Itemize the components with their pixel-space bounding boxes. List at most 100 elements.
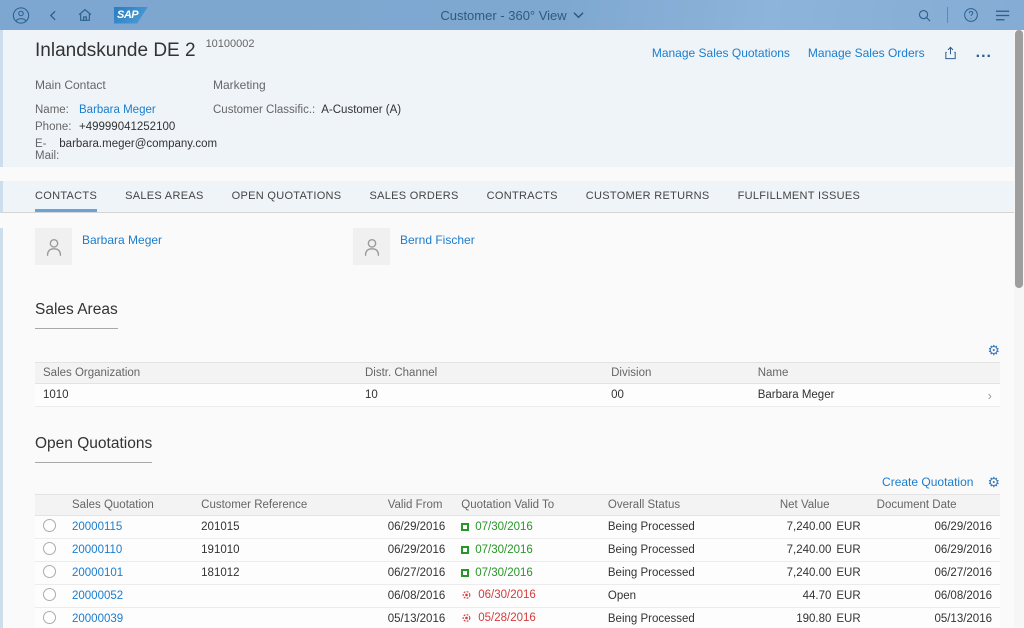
- settings-gear-icon[interactable]: ⚙: [987, 475, 1000, 489]
- valid-square-icon: [461, 523, 469, 531]
- currency-cell: EUR: [836, 590, 860, 602]
- tab-customer-returns[interactable]: CUSTOMER RETURNS: [586, 181, 710, 212]
- quotation-valid-to-cell: 07/30/2016: [475, 567, 533, 579]
- row-radio-button[interactable]: [43, 611, 56, 624]
- help-icon[interactable]: [962, 6, 980, 24]
- currency-cell: EUR: [836, 613, 860, 625]
- row-radio-button[interactable]: [43, 542, 56, 555]
- app-title-menu[interactable]: Customer - 360° View: [440, 8, 583, 23]
- customer-reference-cell: [193, 585, 380, 608]
- shell-title-area: Customer - 360° View: [0, 8, 1024, 23]
- back-icon[interactable]: [44, 6, 62, 24]
- open-quotations-title: Open Quotations: [35, 435, 1000, 463]
- col-sales-organization: Sales Organization: [35, 363, 357, 384]
- quotation-valid-to-cell: 07/30/2016: [475, 521, 533, 533]
- row-radio-button[interactable]: [43, 519, 56, 532]
- search-icon[interactable]: [915, 6, 933, 24]
- customer-reference-cell: 191010: [193, 539, 380, 562]
- customer-reference-cell: 181012: [193, 562, 380, 585]
- customer-reference-cell: 201015: [193, 516, 380, 539]
- settings-gear-icon[interactable]: ⚙: [987, 343, 1000, 357]
- create-quotation-button[interactable]: Create Quotation: [882, 475, 973, 489]
- document-date-cell: 06/08/2016: [869, 585, 1000, 608]
- overall-status-cell: Open: [590, 585, 772, 608]
- valid-from-cell: 06/29/2016: [380, 539, 454, 562]
- vertical-scrollbar[interactable]: [1014, 30, 1024, 628]
- main-contact-label: Main Contact: [35, 78, 213, 92]
- overflow-icon[interactable]: ...: [976, 44, 992, 62]
- net-value-cell: 190.80: [796, 613, 831, 625]
- overdue-alarm-icon: [461, 612, 472, 623]
- col-valid-from: Valid From: [380, 495, 454, 516]
- page-title: Inlandskunde DE 2: [35, 40, 196, 62]
- col-division: Division: [603, 363, 750, 384]
- contact-link[interactable]: Bernd Fischer: [400, 233, 475, 265]
- avatar-icon: [35, 228, 72, 265]
- tab-sales-orders[interactable]: SALES ORDERS: [369, 181, 458, 212]
- email-label: E-Mail:: [35, 138, 59, 162]
- contact-card[interactable]: Bernd Fischer: [353, 228, 593, 265]
- menu-icon[interactable]: [994, 6, 1012, 24]
- customer-id: 10100002: [206, 38, 255, 50]
- col-document-date: Document Date: [869, 495, 1000, 516]
- tab-sales-areas[interactable]: SALES AREAS: [125, 181, 204, 212]
- col-net-value: Net Value: [772, 495, 869, 516]
- net-value-cell: 7,240.00: [787, 544, 832, 556]
- chevron-down-icon: [573, 11, 584, 19]
- row-radio-button[interactable]: [43, 565, 56, 578]
- home-icon[interactable]: [76, 6, 94, 24]
- sales-quotation-link[interactable]: 20000115: [72, 521, 122, 533]
- table-row[interactable]: 20000110 191010 06/29/2016 07/30/2016 Be…: [35, 539, 1000, 562]
- overall-status-cell: Being Processed: [590, 608, 772, 628]
- distr-channel-cell: 10: [357, 384, 603, 407]
- tab-open-quotations[interactable]: OPEN QUOTATIONS: [232, 181, 342, 212]
- sales-quotation-link[interactable]: 20000101: [72, 567, 123, 579]
- sales-organization-cell: 1010: [35, 384, 357, 407]
- shell-topbar: SAP Customer - 360° View: [0, 0, 1024, 30]
- table-row[interactable]: 20000052 06/08/2016 06/30/2016 Open 44.7…: [35, 585, 1000, 608]
- email-value: barbara.meger@company.com: [59, 138, 217, 162]
- customer-reference-cell: [193, 608, 380, 628]
- valid-from-cell: 05/13/2016: [380, 608, 454, 628]
- sales-areas-table: Sales Organization Distr. Channel Divisi…: [35, 362, 1000, 407]
- contact-name-link[interactable]: Barbara Meger: [79, 104, 156, 116]
- name-cell: Barbara Meger: [750, 384, 975, 407]
- table-row[interactable]: 20000039 05/13/2016 05/28/2016 Being Pro…: [35, 608, 1000, 628]
- table-header-row: Sales Organization Distr. Channel Divisi…: [35, 363, 1000, 384]
- marketing-label: Marketing: [213, 78, 401, 92]
- sales-quotation-link[interactable]: 20000039: [72, 613, 123, 625]
- sap-logo[interactable]: SAP: [114, 7, 148, 24]
- overall-status-cell: Being Processed: [590, 562, 772, 585]
- open-quotations-table: Sales Quotation Customer Reference Valid…: [35, 494, 1000, 628]
- contact-card[interactable]: Barbara Meger: [35, 228, 275, 265]
- overall-status-cell: Being Processed: [590, 539, 772, 562]
- tab-contacts[interactable]: CONTACTS: [35, 181, 97, 212]
- row-chevron-icon[interactable]: ›: [988, 388, 992, 403]
- share-icon[interactable]: [943, 45, 958, 61]
- overall-status-cell: Being Processed: [590, 516, 772, 539]
- page-content: Barbara Meger Bernd Fischer Sales Areas …: [0, 228, 1024, 628]
- table-row[interactable]: 1010 10 00 Barbara Meger ›: [35, 384, 1000, 407]
- col-name: Name: [750, 363, 975, 384]
- contact-link[interactable]: Barbara Meger: [82, 233, 162, 265]
- valid-square-icon: [461, 546, 469, 554]
- main-contact-group: Main Contact Name: Barbara Meger Phone: …: [35, 78, 213, 167]
- quotation-valid-to-cell: 07/30/2016: [475, 544, 533, 556]
- table-row[interactable]: 20000101 181012 06/27/2016 07/30/2016 Be…: [35, 562, 1000, 585]
- sales-areas-toolbar: ⚙: [35, 341, 1000, 358]
- classific-label: Customer Classific.:: [213, 104, 315, 116]
- row-radio-button[interactable]: [43, 588, 56, 601]
- quotation-valid-to-cell: 05/28/2016: [478, 612, 536, 624]
- tab-fulfillment-issues[interactable]: FULFILLMENT ISSUES: [738, 181, 861, 212]
- manage-sales-orders-link[interactable]: Manage Sales Orders: [808, 46, 925, 60]
- sales-quotation-link[interactable]: 20000052: [72, 590, 123, 602]
- col-overall-status: Overall Status: [590, 495, 772, 516]
- col-quotation-valid-to: Quotation Valid To: [453, 495, 590, 516]
- col-distr-channel: Distr. Channel: [357, 363, 603, 384]
- table-row[interactable]: 20000115 201015 06/29/2016 07/30/2016 Be…: [35, 516, 1000, 539]
- scrollbar-thumb[interactable]: [1015, 30, 1023, 288]
- user-profile-icon[interactable]: [12, 6, 30, 24]
- manage-sales-quotations-link[interactable]: Manage Sales Quotations: [652, 46, 790, 60]
- sales-quotation-link[interactable]: 20000110: [72, 544, 122, 556]
- tab-contracts[interactable]: CONTRACTS: [487, 181, 558, 212]
